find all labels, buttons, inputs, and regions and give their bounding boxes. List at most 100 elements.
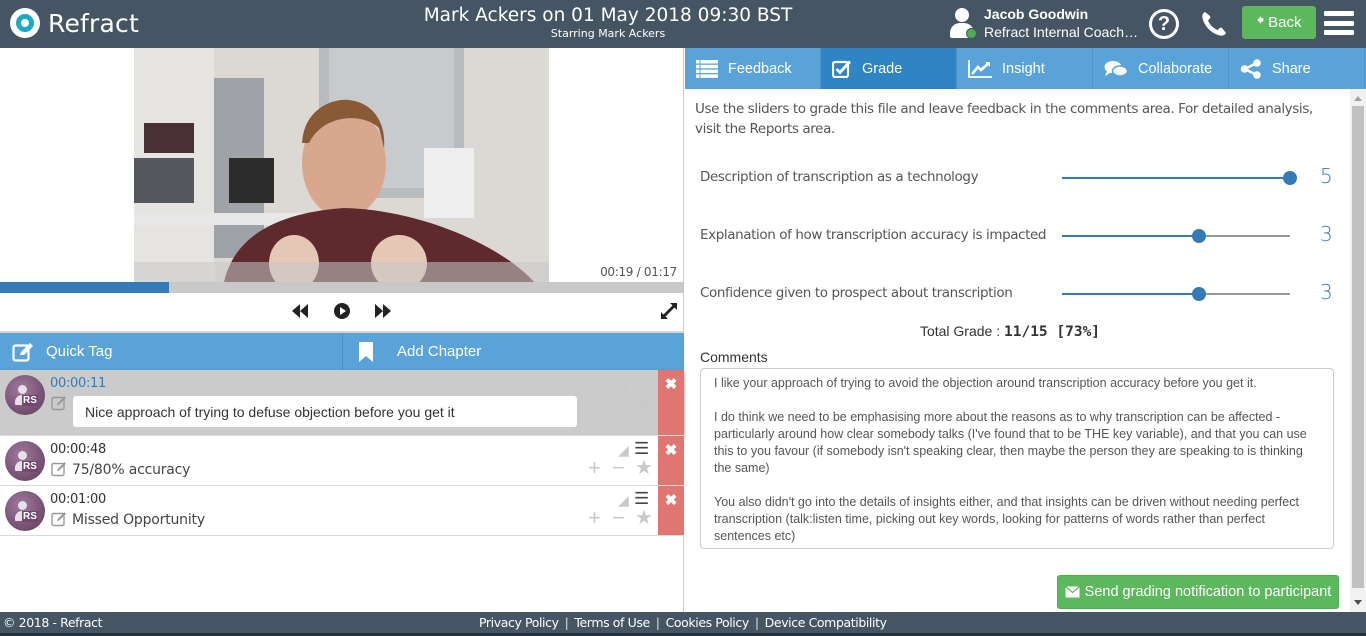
send-button-label: Send grading notification to participant	[1084, 584, 1332, 600]
tab-feedback[interactable]: Feedback	[685, 48, 821, 89]
minus-icon[interactable]: −	[612, 395, 625, 417]
edit-icon[interactable]	[51, 395, 67, 411]
plus-icon[interactable]: +	[588, 457, 601, 479]
tab-label: Grade	[862, 60, 903, 77]
comments-textarea[interactable]	[700, 368, 1334, 549]
edit-square-icon	[12, 342, 33, 362]
avatar: RS	[5, 491, 45, 531]
cookies-policy-link[interactable]: Cookies Policy	[666, 615, 750, 630]
help-icon[interactable]: ?	[1149, 9, 1179, 39]
scroll-up-arrow-icon[interactable]	[1354, 96, 1362, 101]
criterion-score: 3	[1320, 280, 1333, 304]
avatar: RS	[5, 375, 45, 415]
tab-insight[interactable]: Insight	[957, 48, 1093, 89]
tag-actions: ◢ ☰ + − ★	[588, 490, 656, 533]
list-icon[interactable]: ☰	[634, 490, 649, 507]
comments-icon	[1104, 60, 1128, 77]
grade-instructions: Use the sliders to grade this file and l…	[695, 101, 1313, 137]
plus-icon[interactable]: +	[588, 395, 601, 417]
grade-slider[interactable]	[1062, 229, 1290, 243]
grade-panel-scrollbar[interactable]	[1350, 89, 1366, 612]
total-grade-value: 11/15 [73%]	[1004, 324, 1101, 340]
page-title: Mark Ackers on 01 May 2018 09:30 BST	[423, 5, 793, 26]
privacy-policy-link[interactable]: Privacy Policy	[479, 615, 559, 630]
phone-icon[interactable]	[1199, 9, 1229, 39]
fullscreen-icon[interactable]	[659, 301, 679, 321]
tag-actions: ◢ ☰ + − ★	[588, 440, 656, 483]
terms-of-use-link[interactable]: Terms of Use	[574, 615, 650, 630]
grade-slider[interactable]	[1062, 287, 1290, 301]
back-button-label: Back	[1268, 14, 1302, 31]
tag-text: Missed Opportunity	[72, 512, 205, 528]
delete-tag-button[interactable]: ✖	[658, 370, 684, 435]
add-chapter-button[interactable]: Add Chapter	[342, 333, 684, 370]
fast-forward-icon[interactable]	[373, 301, 393, 321]
time-readout: 00:19 / 01:17	[600, 265, 677, 279]
tag-text-input[interactable]	[73, 396, 577, 427]
tag-item[interactable]: RS 00:00:48 75/80% accuracy ◢ ☰ + − ★ ✖	[0, 436, 684, 486]
minus-icon[interactable]: −	[612, 507, 625, 529]
device-compatibility-link[interactable]: Device Compatibility	[765, 615, 887, 630]
online-status-icon	[966, 28, 977, 39]
criterion-score: 5	[1320, 164, 1333, 188]
delete-tag-button[interactable]: ✖	[658, 486, 684, 535]
grade-criterion: Confidence given to prospect about trans…	[700, 279, 1340, 309]
slider-handle[interactable]	[1191, 287, 1206, 301]
slider-handle[interactable]	[1191, 229, 1206, 243]
grade-slider[interactable]	[1062, 171, 1297, 185]
rewind-icon[interactable]	[290, 301, 310, 321]
tab-grade[interactable]: Grade	[821, 48, 957, 89]
star-icon[interactable]: ★	[635, 508, 653, 528]
hamburger-menu-icon[interactable]	[1324, 11, 1354, 35]
plus-icon[interactable]: +	[588, 507, 601, 529]
logo[interactable]: Refract	[10, 8, 139, 38]
volume-icon[interactable]: ◢	[618, 376, 629, 392]
quick-tag-label: Quick Tag	[46, 343, 113, 360]
quick-tag-button[interactable]: Quick Tag	[0, 333, 342, 370]
user-org: Refract Internal Coaching	[984, 24, 1139, 40]
checkbox-icon	[832, 60, 852, 78]
tab-bar: Feedback Grade Insight Collaborate Share	[685, 48, 1366, 89]
user-menu[interactable]: Jacob Goodwin Refract Internal Coaching	[948, 6, 1139, 40]
tag-timestamp[interactable]: 00:01:00	[50, 492, 106, 507]
bookmark-icon	[359, 341, 373, 362]
seek-bar[interactable]	[0, 282, 684, 293]
envelope-icon	[1064, 586, 1080, 598]
tab-collaborate[interactable]: Collaborate	[1093, 48, 1229, 89]
tab-share[interactable]: Share	[1229, 48, 1365, 89]
app-header: Refract Mark Ackers on 01 May 2018 09:30…	[0, 0, 1366, 48]
star-icon[interactable]: ★	[635, 458, 653, 478]
tag-item[interactable]: RS 00:01:00 Missed Opportunity ◢ ☰ + − ★…	[0, 486, 684, 536]
grade-panel: Use the sliders to grade this file and l…	[685, 89, 1350, 612]
minus-icon[interactable]: −	[612, 457, 625, 479]
arrow-left-icon: 🠸	[1256, 12, 1265, 29]
comments-label: Comments	[700, 349, 768, 365]
tag-timestamp[interactable]: 00:00:11	[50, 376, 106, 391]
scrollbar-thumb[interactable]	[1352, 106, 1364, 588]
review-pane: Feedback Grade Insight Collaborate Share…	[685, 48, 1366, 612]
tag-toolbar: Quick Tag Add Chapter	[0, 331, 684, 370]
slider-fill	[1062, 235, 1199, 237]
edit-icon[interactable]	[51, 461, 67, 477]
delete-tag-button[interactable]: ✖	[658, 436, 684, 485]
tag-timestamp[interactable]: 00:00:48	[50, 442, 106, 457]
scroll-down-arrow-icon[interactable]	[1354, 600, 1362, 605]
list-icon[interactable]: ☰	[634, 440, 649, 457]
play-icon[interactable]	[332, 301, 352, 321]
media-pane: 00:19 / 01:17 Quick Tag Add Chapter RS 0…	[0, 48, 684, 612]
user-avatar-icon	[948, 6, 977, 40]
send-grading-notification-button[interactable]: Send grading notification to participant	[1057, 575, 1339, 609]
star-icon[interactable]: ★	[635, 396, 653, 416]
share-icon	[1240, 58, 1261, 79]
tag-item[interactable]: RS 00:00:11 ◢ ☰ + − ★ ✖	[0, 370, 684, 436]
slider-fill	[1062, 177, 1290, 179]
avatar: RS	[5, 441, 45, 481]
edit-icon[interactable]	[51, 511, 67, 527]
slider-handle[interactable]	[1283, 171, 1297, 185]
list-icon[interactable]: ☰	[634, 374, 649, 391]
back-button[interactable]: 🠸 Back	[1242, 6, 1316, 39]
video-player[interactable]	[134, 48, 549, 282]
criterion-label: Confidence given to prospect about trans…	[700, 285, 1013, 301]
line-chart-icon	[968, 59, 992, 78]
link-separator: |	[655, 615, 660, 630]
